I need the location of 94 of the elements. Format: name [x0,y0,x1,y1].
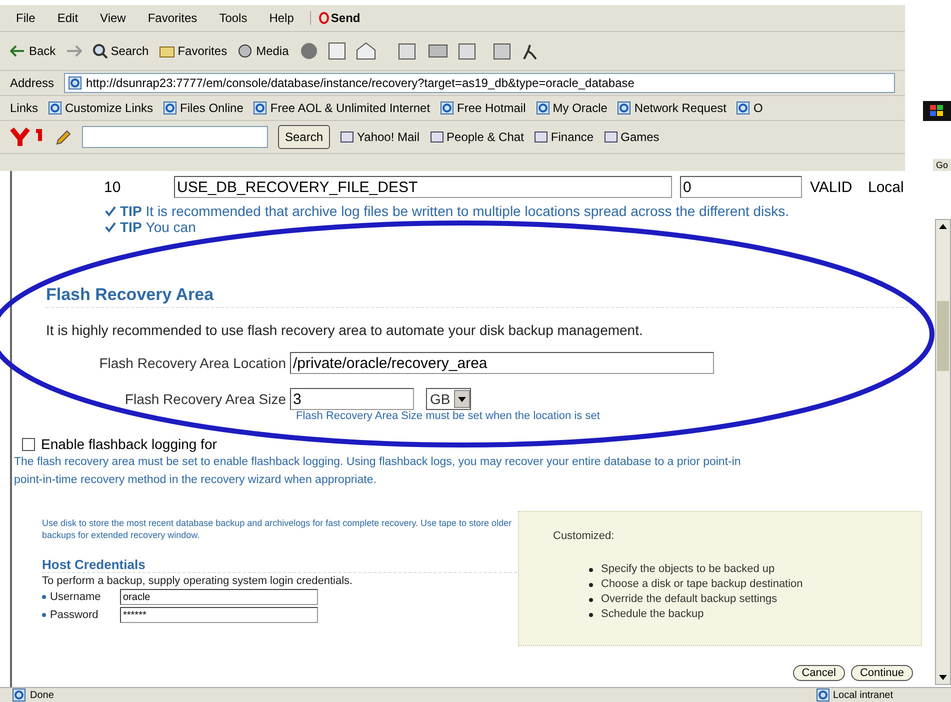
links-label: Links [10,101,38,115]
forward-arrow-icon [66,45,82,57]
page-icon [253,101,268,115]
back-button[interactable]: Back [10,44,56,58]
list-item: Override the default backup settings [601,592,778,607]
address-label: Address [10,76,54,90]
action-button[interactable]: Continue [850,665,914,681]
favorites-button[interactable]: Favorites [158,44,228,58]
bullet-icon [589,598,593,602]
page-icon [48,101,62,115]
link-item[interactable]: Free Hotmail [440,101,526,115]
toolbar-link[interactable]: People & Chat [430,130,524,144]
page-icon [617,101,632,115]
location-field[interactable]: /private/oracle/recovery_area [290,352,714,374]
list-item: Specify the objects to be backed up [601,562,775,577]
unit-dropdown[interactable]: GB [426,388,472,410]
tool-icon [430,131,444,143]
back-arrow-icon [10,45,26,57]
page-icon [12,688,26,702]
input-field[interactable]: ****** [120,607,318,623]
toolbar-link[interactable]: Yahoo! Mail [340,130,420,144]
link-item[interactable]: Files Online [163,101,244,115]
link-item[interactable]: My Oracle [536,101,608,115]
folder-icon [158,44,175,58]
status-text: Done [30,690,54,700]
link-item[interactable]: O [736,101,763,115]
checkbox-label: Enable flashback logging for [41,436,217,452]
scroll-thumb[interactable] [937,301,949,371]
list-item: Schedule the backup [601,607,704,622]
link-item[interactable]: Free AOL & Unlimited Internet [253,101,430,115]
dropdown-arrow-icon [458,396,466,402]
search-icon [92,43,108,59]
forward-button[interactable] [66,45,82,57]
panel-title: Customized: [553,530,616,542]
quota-field[interactable]: 0 [680,176,802,198]
menu-item[interactable]: View [94,11,132,25]
input-field[interactable]: oracle [120,589,318,605]
type-text: Local [868,178,905,196]
zone-text: Local intranet [756,688,893,702]
field-label: Password [50,609,100,621]
page-icon [536,101,550,115]
note-text: The flash recovery area must be set to enable flashback logging. Using flashback logs, you may recover your entire database to a prior point-in [14,456,742,468]
page-icon [736,101,750,115]
windows-logo-icon [923,101,951,121]
scrollbar[interactable] [935,219,951,685]
toolbar-link[interactable]: Finance [534,130,594,144]
link-item[interactable]: Customize Links [48,101,154,115]
media-button[interactable]: Media [237,43,289,59]
bullet-icon [589,612,593,616]
pencil-icon [56,129,72,145]
scroll-down-icon [939,675,947,680]
size-label: Flash Recovery Area Size [124,391,286,407]
search-field[interactable] [82,126,268,148]
description-text: It is highly recommended to use flash recovery area to automate your disk backup management. [46,322,644,338]
row-number: 10 [104,178,122,196]
page-icon [163,101,178,115]
note-text: point-in-time recovery method in the recovery wizard when appropriate. [14,474,378,486]
section-heading: Flash Recovery Area [46,285,910,308]
search-button[interactable]: Search [278,125,330,149]
menu-item[interactable]: Help [263,11,300,25]
description-text: To perform a backup, supply operating system login credentials. [42,575,354,587]
list-item: Choose a disk or tape backup destination [601,577,803,592]
address-field[interactable]: http://dsunrap23:7777/em/console/database/instance/recovery?target=as19_db&type=oracle_database [64,73,895,93]
toolbar-link[interactable]: Games [604,130,660,144]
bullet-icon [589,582,593,586]
page-icon [816,688,830,702]
tool-icon [340,131,354,143]
checkbox[interactable] [22,438,35,450]
go-button[interactable]: Go [932,159,951,171]
tool-icon [604,131,618,143]
hint-text: Flash Recovery Area Size must be set when the location is set [296,410,601,422]
backup-note: Use disk to store the most recent database backup and archivelogs for fast complete recovery. Use tape to store older backups for extended recovery window. [42,517,513,541]
tip-text: TIP It is recommended that archive log files be written to multiple locations spread across the different disks. [104,203,930,219]
location-label: Flash Recovery Area Location [98,355,286,371]
menu-item[interactable]: Favorites [142,11,204,25]
bullet-icon [589,568,593,572]
link-item[interactable]: Network Request [617,101,726,115]
send-button[interactable]: Send [310,11,360,25]
check-icon [104,205,116,217]
menu-item[interactable]: File [10,11,42,25]
menu-item[interactable]: Tools [213,11,254,25]
page-icon [68,76,82,90]
tool-icon [534,131,548,143]
tip-text: TIP You can [104,219,930,235]
destination-field[interactable]: USE_DB_RECOVERY_FILE_DEST [174,176,672,198]
search-button[interactable]: Search [92,43,149,59]
page-icon [440,101,454,115]
scroll-up-icon [939,224,947,229]
menu-item[interactable]: Edit [51,11,84,25]
action-button[interactable]: Cancel [792,665,845,681]
field-label: Username [50,591,102,603]
size-field[interactable]: 3 [290,388,414,410]
check-icon [104,221,116,233]
status-text: VALID [810,178,854,196]
